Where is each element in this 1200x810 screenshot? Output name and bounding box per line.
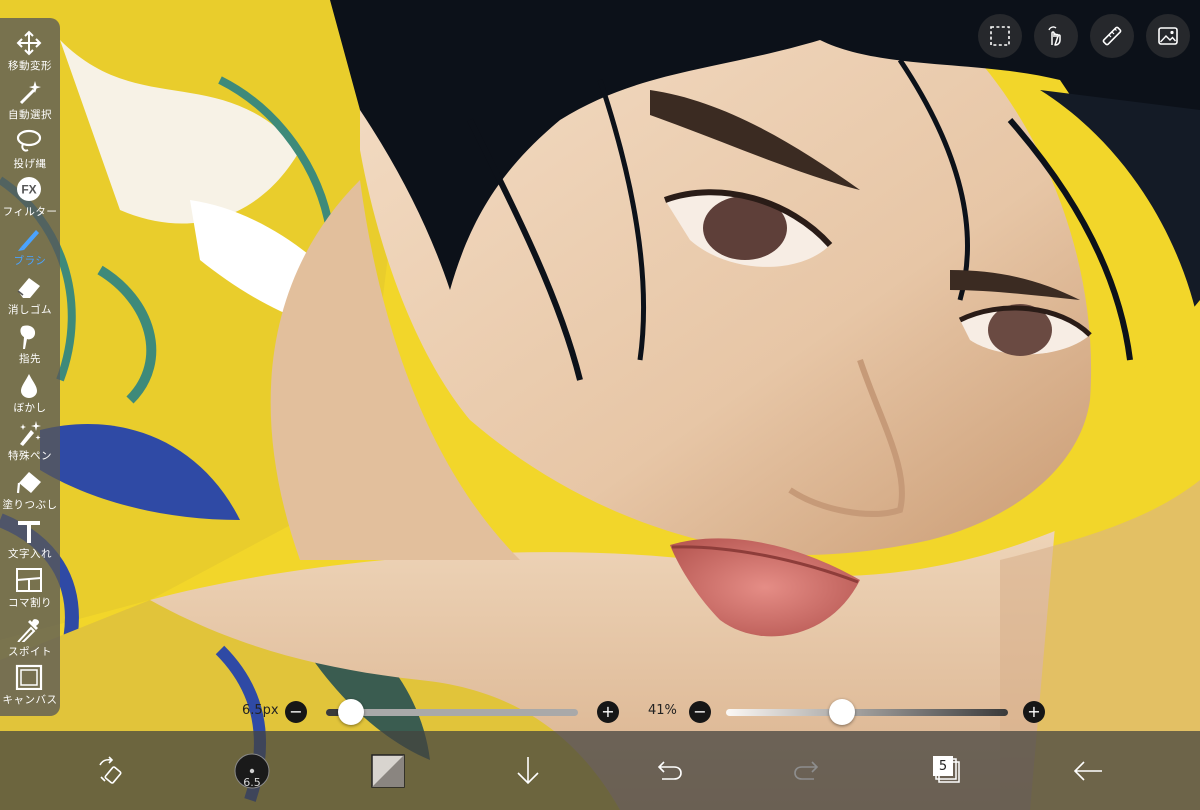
tool-lasso[interactable]: 投げ縄: [0, 124, 60, 172]
redo-icon: [794, 761, 819, 780]
tool-special[interactable]: 特殊ペン: [0, 416, 60, 464]
tool-magic[interactable]: 自動選択: [0, 75, 60, 123]
redo-button[interactable]: [786, 749, 830, 793]
brush-size-badge: 6.5: [243, 776, 261, 789]
hand-touch-button[interactable]: [1034, 14, 1078, 58]
droplet-icon: [14, 372, 44, 398]
eraser-icon: [14, 274, 44, 300]
image-reference-button[interactable]: [1146, 14, 1190, 58]
tool-label: 移動変形: [8, 60, 52, 72]
selection-icon: [990, 26, 1010, 46]
selection-button[interactable]: [978, 14, 1022, 58]
color-swatch-icon: [371, 754, 405, 788]
move-arrows-icon: [14, 30, 44, 56]
tool-move[interactable]: 移動変形: [0, 26, 60, 74]
tool-label: 特殊ペン: [8, 450, 52, 463]
tool-fill[interactable]: 塗りつぶし: [0, 465, 60, 513]
brush-size-button[interactable]: 6.5: [230, 749, 274, 793]
tool-label: ぼかし: [13, 401, 47, 414]
tool-label: 塗りつぶし: [2, 499, 58, 512]
download-button[interactable]: [506, 749, 550, 793]
brush-size-increase-button[interactable]: +: [597, 701, 619, 723]
opacity-decrease-button[interactable]: −: [689, 701, 711, 723]
hand-touch-icon: [1048, 26, 1061, 46]
svg-text:FX: FX: [21, 183, 36, 197]
tool-label: 投げ縄: [13, 157, 47, 170]
tool-blur[interactable]: ぼかし: [0, 368, 60, 416]
tool-text[interactable]: 文字入れ: [0, 514, 60, 562]
lasso-icon: [14, 128, 44, 154]
tool-eyedropper[interactable]: スポイト: [0, 612, 60, 660]
download-arrow-icon: [517, 757, 539, 785]
tool-palette: 移動変形自動選択投げ縄 FX フィルターブラシ消しゴム指先ぼかし特殊ペン塗りつぶし文…: [0, 18, 60, 716]
opacity-increase-button[interactable]: +: [1023, 701, 1045, 723]
ruler-button[interactable]: [1090, 14, 1134, 58]
panel-divider-icon: [14, 567, 44, 593]
color-swatch-button[interactable]: [366, 749, 410, 793]
sparkle-pen-icon: [14, 420, 44, 447]
tool-frame[interactable]: コマ割り: [0, 563, 60, 611]
tool-label: 文字入れ: [8, 548, 52, 560]
tool-label: フィルター: [2, 206, 58, 219]
tool-label: コマ割り: [8, 596, 52, 609]
tool-smudge[interactable]: 指先: [0, 319, 60, 367]
brush-size-knob[interactable]: [338, 699, 365, 725]
tool-label: 自動選択: [8, 108, 52, 121]
opacity-value: 41%: [648, 703, 677, 718]
artwork-canvas[interactable]: [0, 0, 1200, 810]
canvas-icon: [14, 664, 44, 691]
slider-row: 6.5px − + 41% − +: [0, 695, 1200, 731]
tool-eraser[interactable]: 消しゴム: [0, 270, 60, 318]
undo-button[interactable]: [646, 749, 690, 793]
opacity-knob[interactable]: [828, 699, 855, 725]
eyedropper-icon: [14, 616, 44, 642]
fx-icon: FX: [14, 176, 44, 202]
tool-label: スポイト: [8, 645, 52, 658]
back-arrow-icon: [1073, 761, 1102, 781]
undo-icon: [657, 761, 682, 780]
layers-count: 5: [938, 759, 948, 774]
tool-label: 消しゴム: [8, 304, 52, 316]
brush-size-decrease-button[interactable]: −: [285, 701, 307, 723]
paint-bucket-icon: [14, 469, 44, 495]
bottom-toolbar: 6.5 5: [0, 731, 1200, 810]
brush-size-value: 6.5px: [242, 703, 279, 718]
opacity-slider[interactable]: [726, 709, 1008, 716]
layers-button[interactable]: 5: [926, 749, 970, 793]
magic-wand-icon: [14, 79, 44, 105]
swap-color-button[interactable]: [88, 749, 132, 793]
image-reference-icon: [1158, 27, 1178, 45]
brush-icon: [14, 225, 44, 252]
tool-label: ブラシ: [13, 255, 47, 268]
tool-brush[interactable]: ブラシ: [0, 221, 60, 269]
tool-label: 指先: [19, 352, 41, 365]
finger-smudge-icon: [14, 323, 44, 349]
swap-color-icon: [99, 756, 122, 784]
text-t-icon: [14, 518, 44, 544]
ruler-icon: [1102, 26, 1122, 46]
back-button[interactable]: [1066, 749, 1110, 793]
tool-filter[interactable]: FX フィルター: [0, 172, 60, 220]
